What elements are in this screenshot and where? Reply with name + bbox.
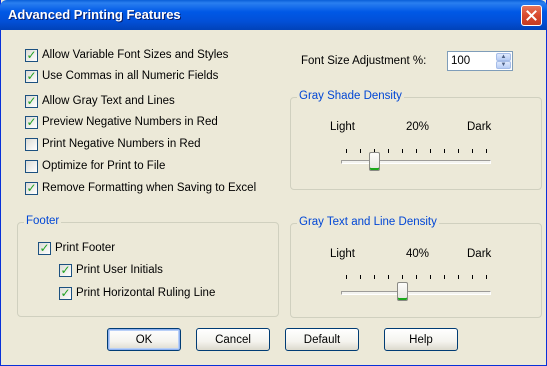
gray-shade-min-label: Light — [330, 121, 355, 133]
checkbox[interactable]: ✓ — [25, 47, 38, 62]
gray-text-value-label: 40% — [406, 248, 430, 260]
option-label: Preview Negative Numbers in Red — [42, 116, 218, 128]
slider-track[interactable] — [341, 160, 491, 164]
option-label: Print Negative Numbers in Red — [42, 138, 201, 150]
gray-text-max-label: Dark — [467, 248, 492, 260]
option-label: Allow Gray Text and Lines — [42, 95, 175, 107]
checkbox[interactable]: ✓ — [25, 137, 38, 151]
option-allow-gray-text[interactable]: ✓ Allow Gray Text and Lines — [25, 93, 175, 109]
option-label: Optimize for Print to File — [42, 160, 166, 172]
cancel-button[interactable]: Cancel — [196, 328, 270, 351]
option-label: Print Footer — [55, 242, 116, 254]
ok-button[interactable]: OK — [107, 328, 181, 351]
option-remove-formatting-excel[interactable]: ✓ Remove Formatting when Saving to Excel — [25, 180, 256, 196]
option-print-negative-red[interactable]: ✓ Print Negative Numbers in Red — [25, 136, 201, 152]
option-use-commas[interactable]: ✓ Use Commas in all Numeric Fields — [25, 68, 218, 84]
slider-thumb[interactable] — [397, 282, 408, 301]
check-icon: ✓ — [26, 93, 37, 108]
check-icon: ✓ — [60, 285, 71, 300]
spin-up-button[interactable]: ▲ — [496, 53, 511, 61]
arrow-down-icon: ▼ — [500, 62, 507, 68]
option-label: Print User Initials — [76, 264, 163, 276]
checkbox[interactable]: ✓ — [59, 262, 72, 277]
gray-text-group: Gray Text and Line Density — [290, 216, 542, 318]
title-bar[interactable]: Advanced Printing Features — [0, 0, 547, 30]
checkbox[interactable]: ✓ — [25, 114, 38, 129]
slider-thumb[interactable] — [369, 152, 380, 171]
close-button[interactable] — [521, 5, 542, 26]
check-icon: ✓ — [26, 180, 37, 195]
option-label: Remove Formatting when Saving to Excel — [42, 182, 257, 194]
option-label: Use Commas in all Numeric Fields — [42, 70, 219, 82]
option-preview-negative-red[interactable]: ✓ Preview Negative Numbers in Red — [25, 114, 218, 130]
check-icon: ✓ — [39, 240, 50, 255]
font-size-spinner[interactable]: 100 ▲ ▼ — [447, 51, 513, 71]
checkbox[interactable]: ✓ — [25, 68, 38, 83]
font-size-label: Font Size Adjustment %: — [301, 55, 427, 67]
arrow-up-icon: ▲ — [500, 54, 507, 60]
checkbox[interactable]: ✓ — [38, 240, 51, 255]
gray-text-title: Gray Text and Line Density — [297, 216, 439, 228]
gray-shade-group: Gray Shade Density — [290, 90, 542, 190]
gray-shade-max-label: Dark — [467, 121, 492, 133]
option-allow-variable-font[interactable]: ✓ Allow Variable Font Sizes and Styles — [25, 47, 228, 63]
gray-shade-value-label: 20% — [406, 121, 430, 133]
option-print-footer[interactable]: ✓ Print Footer — [38, 240, 115, 256]
checkbox[interactable]: ✓ — [59, 285, 72, 300]
dialog-window: Advanced Printing Features ✓ Allow Varia… — [0, 0, 547, 366]
spin-down-button[interactable]: ▼ — [496, 61, 511, 69]
check-icon: ✓ — [26, 68, 37, 83]
checkbox[interactable]: ✓ — [25, 159, 38, 173]
check-icon: ✓ — [60, 262, 71, 277]
footer-title: Footer — [24, 215, 62, 227]
option-label: Allow Variable Font Sizes and Styles — [42, 49, 229, 61]
slider-track[interactable] — [341, 291, 491, 295]
checkbox[interactable]: ✓ — [25, 180, 38, 195]
check-icon: ✓ — [26, 47, 37, 62]
help-button[interactable]: Help — [384, 328, 458, 351]
option-optimize-print-file[interactable]: ✓ Optimize for Print to File — [25, 158, 165, 174]
checkbox[interactable]: ✓ — [25, 93, 38, 108]
window-title: Advanced Printing Features — [8, 7, 181, 22]
default-button[interactable]: Default — [285, 328, 359, 351]
gray-shade-title: Gray Shade Density — [297, 90, 404, 102]
option-print-ruling-line[interactable]: ✓ Print Horizontal Ruling Line — [59, 285, 215, 301]
close-icon — [526, 10, 537, 21]
check-icon: ✓ — [26, 114, 37, 129]
gray-text-min-label: Light — [330, 248, 355, 260]
font-size-value[interactable]: 100 — [451, 55, 470, 67]
option-label: Print Horizontal Ruling Line — [76, 287, 216, 299]
option-print-user-initials[interactable]: ✓ Print User Initials — [59, 262, 163, 278]
